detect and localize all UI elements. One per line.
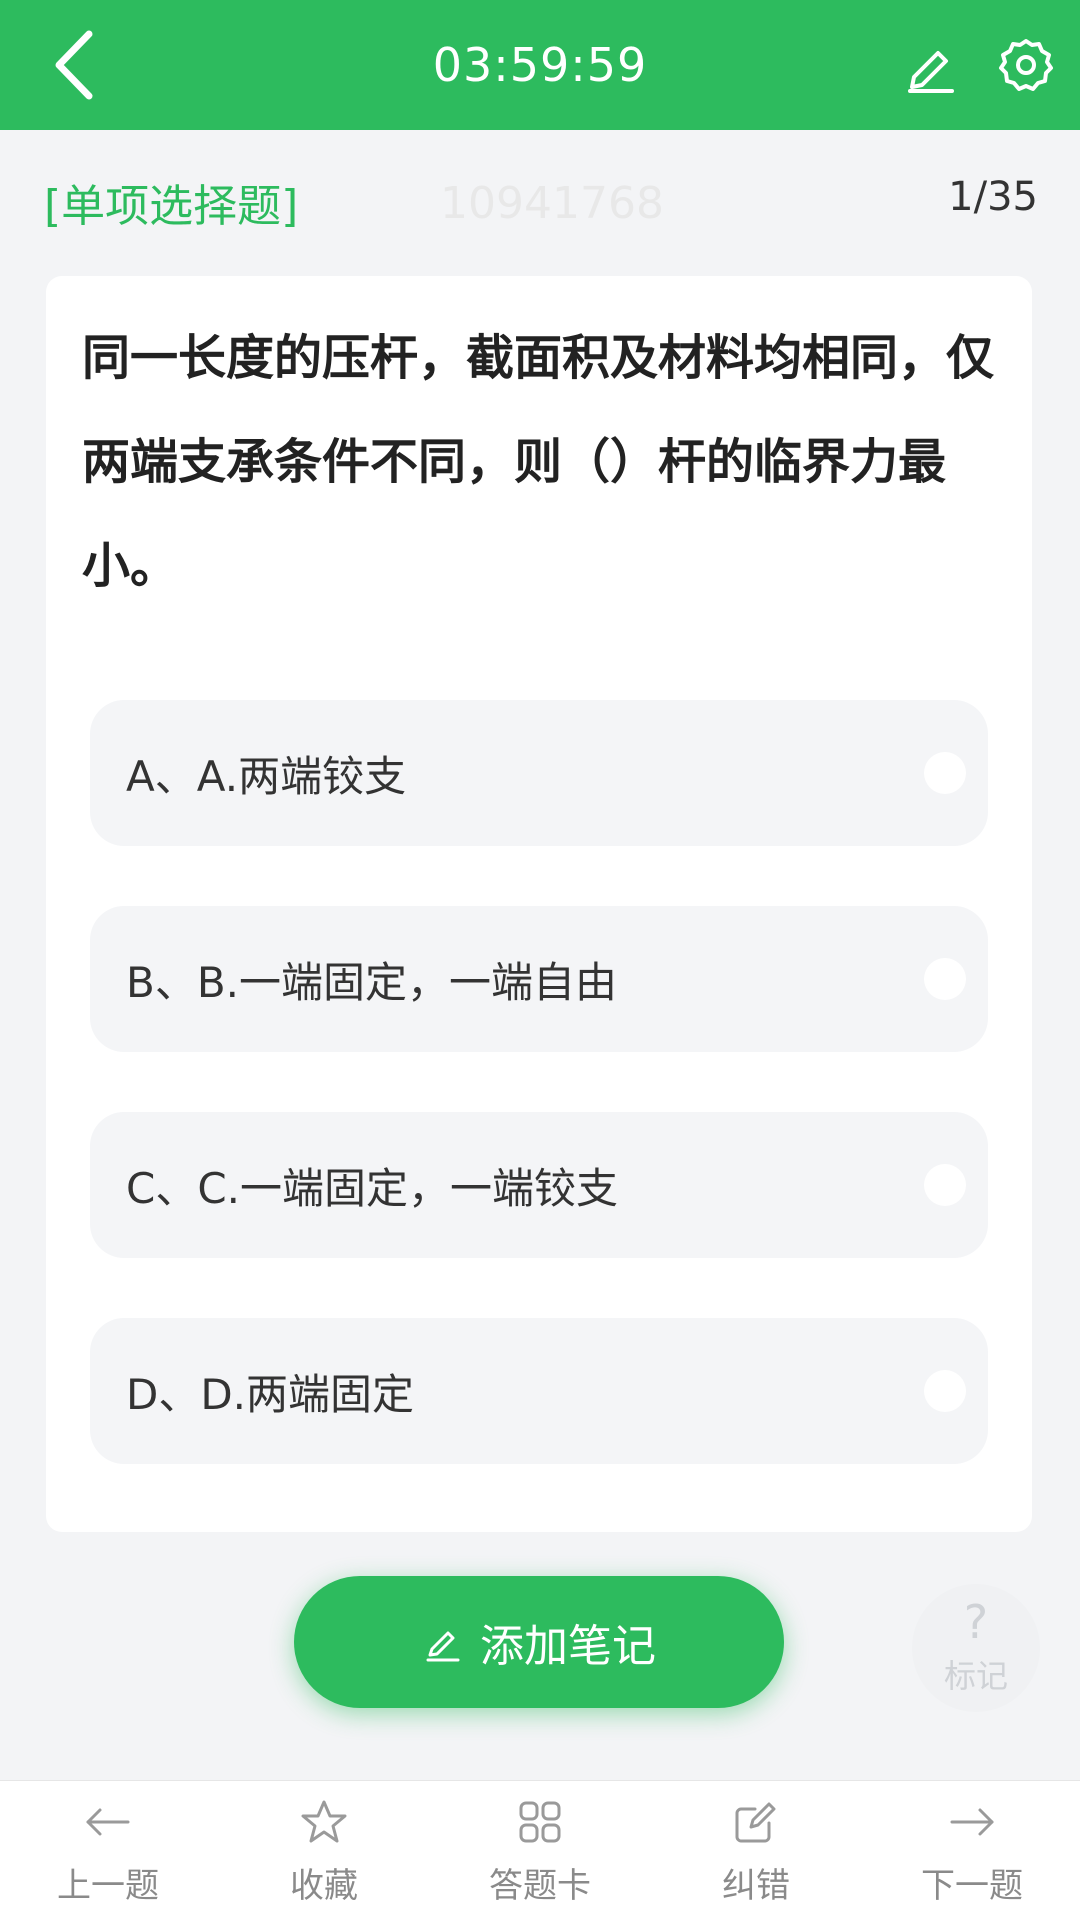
option-a-radio[interactable]	[924, 752, 966, 794]
answer-sheet-label: 答题卡	[489, 1865, 591, 1906]
grid-icon	[515, 1796, 565, 1848]
next-question-button[interactable]: 下一题	[864, 1781, 1080, 1921]
pencil-icon	[908, 51, 954, 93]
watermark-id: 10941768	[440, 178, 664, 229]
question-text: 同一长度的压杆，截面积及材料均相同，仅两端支承条件不同，则（）杆的临界力最小。	[82, 330, 995, 594]
prev-question-label: 上一题	[57, 1865, 159, 1906]
add-note-label: 添加笔记	[480, 1621, 656, 1672]
option-d-label: D、D.两端固定	[126, 1369, 415, 1419]
question-card: 同一长度的压杆，截面积及材料均相同，仅两端支承条件不同，则（）杆的临界力最小。 …	[46, 276, 1032, 1532]
mark-question-button[interactable]: ? 标记	[912, 1584, 1040, 1712]
mark-label: 标记	[943, 1657, 1008, 1695]
option-b[interactable]: B、B.一端固定，一端自由	[90, 906, 988, 1052]
option-b-label: B、B.一端固定，一端自由	[126, 957, 617, 1007]
prev-question-button[interactable]: 上一题	[0, 1781, 216, 1921]
question-type: [单项选择题]	[44, 181, 299, 232]
question-progress: 1/35	[948, 174, 1038, 220]
question-meta: [单项选择题] 10941768 1/35	[0, 160, 1080, 240]
option-d-radio[interactable]	[924, 1370, 966, 1412]
favorite-button[interactable]: 收藏	[216, 1781, 432, 1921]
option-c-label: C、C.一端固定，一端铰支	[126, 1163, 619, 1213]
option-a-label: A、A.两端铰支	[126, 751, 407, 801]
arrow-right-icon	[946, 1796, 998, 1848]
option-a[interactable]: A、A.两端铰支	[90, 700, 988, 846]
gear-icon	[999, 39, 1053, 91]
favorite-label: 收藏	[290, 1865, 358, 1906]
answer-sheet-button[interactable]: 答题卡	[432, 1781, 648, 1921]
top-app-bar: 03:59:59	[0, 0, 1080, 130]
add-note-button[interactable]: 添加笔记	[294, 1576, 784, 1708]
option-c[interactable]: C、C.一端固定，一端铰支	[90, 1112, 988, 1258]
report-error-button[interactable]: 纠错	[648, 1781, 864, 1921]
option-b-radio[interactable]	[924, 958, 966, 1000]
bottom-nav: 上一题 收藏 答题卡 纠错 下一题	[0, 1780, 1080, 1921]
question-mark-icon: ?	[963, 1595, 989, 1649]
edit-button[interactable]	[890, 25, 970, 105]
edit-square-icon	[731, 1796, 781, 1848]
next-question-label: 下一题	[921, 1865, 1023, 1906]
star-icon	[299, 1796, 349, 1848]
report-error-label: 纠错	[722, 1865, 790, 1906]
settings-button[interactable]	[986, 25, 1066, 105]
option-d[interactable]: D、D.两端固定	[90, 1318, 988, 1464]
arrow-left-icon	[82, 1796, 134, 1848]
option-c-radio[interactable]	[924, 1164, 966, 1206]
pencil-icon	[422, 1621, 464, 1663]
